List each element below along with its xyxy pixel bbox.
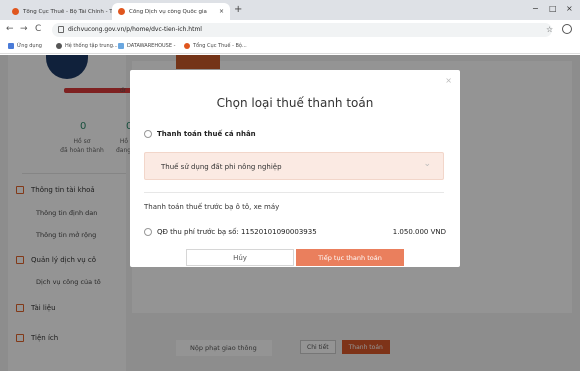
modal-title: Chọn loại thuế thanh toán: [216, 96, 374, 110]
select-value: Thuế sử dụng đất phi nông nghiệp: [161, 163, 282, 171]
reload-icon[interactable]: C: [35, 24, 41, 34]
browser-tab-dvc[interactable]: Cổng Dịch vụ công Quốc gia ×: [112, 3, 230, 20]
bookmark-star-icon[interactable]: ☆: [546, 25, 553, 34]
bookmark-dwh[interactable]: DATAWAREHOUSE -: [118, 43, 175, 49]
cancel-button[interactable]: Hủy: [186, 249, 294, 266]
address-bar: ← → C dichvucong.gov.vn/p/home/dvc-tien-…: [0, 20, 580, 40]
maximize-button[interactable]: □: [549, 4, 557, 13]
tab-favicon-icon: [12, 8, 19, 15]
site-favicon-icon: [184, 43, 190, 49]
bookmark-htt[interactable]: Hệ thống tập trung...: [56, 43, 118, 49]
browser-tab-bar: Tổng Cục Thuế - Bộ Tài Chính - T × Cổng …: [0, 0, 580, 20]
close-icon[interactable]: ×: [445, 76, 452, 85]
tab-favicon-icon: [118, 8, 125, 15]
bookmark-apps[interactable]: Ứng dụng: [8, 43, 42, 49]
apps-grid-icon: [8, 43, 14, 49]
personal-tax-label[interactable]: Thanh toán thuế cá nhân: [157, 130, 256, 138]
tax-type-modal: × Chọn loại thuế thanh toán Thanh toán t…: [130, 70, 460, 267]
globe-icon: [56, 43, 62, 49]
tab-title: Cổng Dịch vụ công Quốc gia: [129, 8, 207, 15]
continue-payment-button[interactable]: Tiếp tục thanh toán: [296, 249, 404, 266]
close-window-button[interactable]: ×: [566, 4, 573, 13]
tax-type-select[interactable]: Thuế sử dụng đất phi nông nghiệp ⌄: [144, 152, 444, 180]
bookmarks-bar: Ứng dụng Hệ thống tập trung... DATAWAREH…: [0, 40, 580, 54]
personal-tax-radio[interactable]: [144, 130, 152, 138]
lock-icon: [58, 26, 64, 33]
forward-icon[interactable]: →: [20, 24, 28, 34]
back-icon[interactable]: ←: [6, 24, 14, 34]
new-tab-button[interactable]: +: [234, 4, 242, 15]
account-icon[interactable]: [562, 24, 572, 34]
tab-close-icon[interactable]: ×: [219, 8, 224, 15]
registration-fee-section-label: Thanh toán thuế trước bạ ô tô, xe máy: [144, 203, 280, 211]
divider: [144, 192, 444, 193]
url-text[interactable]: dichvucong.gov.vn/p/home/dvc-tien-ich.ht…: [68, 26, 202, 33]
chevron-down-icon: ⌄: [423, 159, 431, 169]
warehouse-icon: [118, 43, 124, 49]
minimize-button[interactable]: −: [532, 4, 539, 13]
bookmark-tct[interactable]: Tổng Cục Thuế - Bộ...: [184, 43, 247, 49]
registration-fee-amount: 1.050.000 VND: [392, 228, 446, 236]
